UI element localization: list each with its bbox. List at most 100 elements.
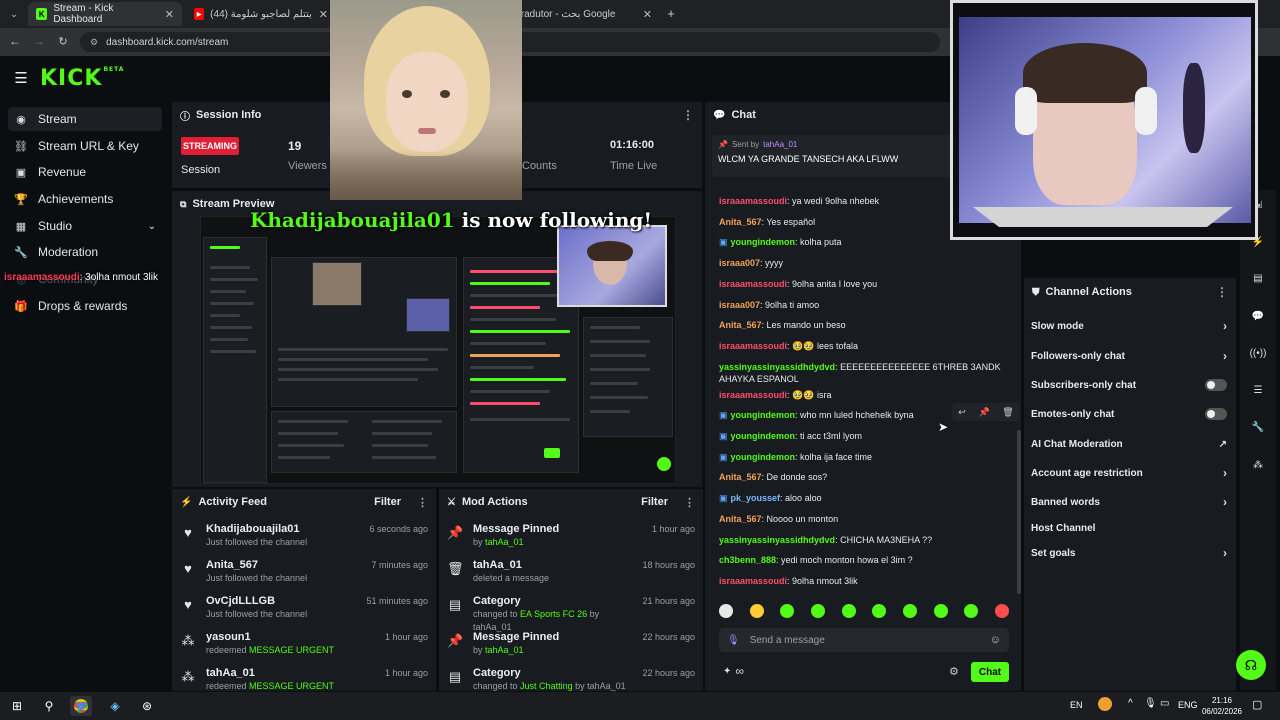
channel-action-set-goals[interactable]: Set goals › xyxy=(1031,542,1227,564)
chat-username[interactable]: Anita_567 xyxy=(719,514,762,524)
activity-user[interactable]: tahAa_01 xyxy=(206,667,375,680)
sidebar-item-moderation[interactable]: 🔧 Moderation xyxy=(8,240,162,264)
close-tab-icon[interactable]: ✕ xyxy=(643,8,652,21)
reply-icon[interactable]: ↩ xyxy=(958,407,966,418)
chat-username[interactable]: youngindemon xyxy=(731,452,796,462)
sidebar-item-stream[interactable]: ◉ Stream xyxy=(8,107,162,131)
mod-action-target[interactable]: Just Chatting xyxy=(520,681,573,691)
weather-icon[interactable] xyxy=(1098,697,1112,711)
chat-username[interactable]: Anita_567 xyxy=(719,320,762,330)
app-taskbar-icon[interactable]: ⊛ xyxy=(136,696,158,716)
chat-message[interactable]: Anita_567: Noooo un monton xyxy=(719,513,1009,525)
channel-action-emotes-only-chat[interactable]: Emotes-only chat xyxy=(1031,403,1227,425)
chat-send-button[interactable]: Chat xyxy=(971,662,1009,682)
chat-username[interactable]: israaamassoudi xyxy=(719,196,787,206)
emote-icon[interactable] xyxy=(994,604,1009,618)
tray-chevron-icon[interactable]: ^ xyxy=(1128,698,1133,709)
chat-message[interactable]: Anita_567: De donde sos? xyxy=(719,471,1009,483)
tab-list-icon[interactable]: ⌄ xyxy=(6,6,22,22)
mod-action-target[interactable]: tahAa_01 xyxy=(485,645,524,655)
channel-action-slow-mode[interactable]: Slow mode › xyxy=(1031,315,1227,337)
chat-message[interactable]: yassinyassinyassidhdydvd: CHICHA MA3NEHA… xyxy=(719,534,1009,546)
chat-username[interactable]: israaamassoudi xyxy=(719,390,787,400)
sidebar-item-revenue[interactable]: ▣ Revenue xyxy=(8,160,162,184)
chat-username[interactable]: israaa007 xyxy=(719,258,760,268)
chat-username[interactable]: yassinyassinyassidhdydvd xyxy=(719,535,835,545)
stream-preview-video[interactable] xyxy=(200,216,676,484)
chat-message[interactable]: yassinyassinyassidhdydvd: EEEEEEEEEEEEEE… xyxy=(719,361,1009,385)
chrome-taskbar-icon[interactable] xyxy=(70,696,92,716)
kick-logo[interactable]: KICKBETA xyxy=(40,66,124,91)
microphone-icon[interactable]: 🎙 xyxy=(727,635,740,646)
activity-filter-button[interactable]: Filter xyxy=(374,496,401,508)
tab-google[interactable]: tradutor - بحث Google ✕ xyxy=(510,2,660,26)
chat-message[interactable]: ▣ youngindemon: kolha ija face time xyxy=(719,451,1009,463)
windows-start-icon[interactable]: ⊞ xyxy=(6,696,28,716)
chat-message[interactable]: israaamassoudi: 🥹🥹 lees tofala xyxy=(719,340,1009,352)
sidebar-item-studio[interactable]: ▦ Studio ⌄ xyxy=(8,214,162,238)
close-tab-icon[interactable]: ✕ xyxy=(319,8,328,21)
tab-kick-dashboard[interactable]: K Stream - Kick Dashboard ✕ xyxy=(28,2,182,26)
taskbar-clock[interactable]: 21:16 06/02/2026 xyxy=(1196,695,1248,717)
support-headset-icon[interactable]: ☊ xyxy=(1236,650,1266,680)
emote-icon[interactable] xyxy=(719,604,733,618)
emote-icon[interactable] xyxy=(810,604,825,618)
reload-icon[interactable]: ↻ xyxy=(56,34,70,48)
channel-action-followers-only-chat[interactable]: Followers-only chat › xyxy=(1031,345,1227,367)
chat-message[interactable]: israaamassoudi: 9olha anita I love you xyxy=(719,278,1009,290)
emote-icon[interactable] xyxy=(872,604,887,618)
toggle-switch[interactable] xyxy=(1205,379,1227,391)
chat-username[interactable]: israaa007 xyxy=(719,300,760,310)
search-icon[interactable]: ⚲ xyxy=(38,696,60,716)
hamburger-menu-icon[interactable]: ☰ xyxy=(12,70,30,87)
chat-message[interactable]: ▣ youngindemon: ti acc t3ml lyom xyxy=(719,430,1009,442)
chat-username[interactable]: youngindemon xyxy=(731,431,796,441)
chat-message[interactable]: israaamassoudi: 🥹🥹 isra xyxy=(719,389,1009,401)
mod-filter-button[interactable]: Filter xyxy=(641,496,668,508)
mod-action-target[interactable]: EA Sports FC 26 xyxy=(520,609,587,619)
chat-message[interactable]: israaamassoudi: 9olha nmout 3lik xyxy=(719,575,1009,587)
chat-username[interactable]: Anita_567 xyxy=(719,472,762,482)
chat-username[interactable]: pk_youssef xyxy=(731,493,781,503)
back-icon[interactable]: ← xyxy=(8,34,22,48)
activity-user[interactable]: Anita_567 xyxy=(206,559,361,572)
emote-icon[interactable] xyxy=(749,604,764,618)
site-info-icon[interactable]: ⚙ xyxy=(90,37,98,48)
channel-action-host-channel[interactable]: Host Channel xyxy=(1031,517,1227,539)
chat-input[interactable]: 🎙 Send a message ☺ xyxy=(719,628,1009,652)
rail-list-icon[interactable]: ☰ xyxy=(1244,379,1272,401)
sidebar-item-stream-url-key[interactable]: ⛓ Stream URL & Key xyxy=(8,134,162,158)
trash-icon[interactable]: 🗑 xyxy=(1002,407,1013,418)
activity-user[interactable]: yasoun1 xyxy=(206,631,375,644)
mod-action-target[interactable]: tahAa_01 xyxy=(485,537,524,547)
new-tab-icon[interactable]: + xyxy=(664,6,678,21)
kebab-menu-icon[interactable]: ⋮ xyxy=(684,496,695,509)
network-icon[interactable]: ▭ xyxy=(1160,698,1169,709)
channel-action-account-age-restriction[interactable]: Account age restriction › xyxy=(1031,462,1227,484)
activity-user[interactable]: OvCjdLLLGB xyxy=(206,595,356,608)
emote-icon[interactable] xyxy=(964,604,979,618)
sidebar-item-achievements[interactable]: 🏆 Achievements xyxy=(8,187,162,211)
channel-action-banned-words[interactable]: Banned words › xyxy=(1031,491,1227,513)
emote-icon[interactable] xyxy=(841,604,856,618)
pin-icon[interactable]: 📌 xyxy=(978,407,989,418)
chat-message[interactable]: ▣ pk_youssef: aloo aloo xyxy=(719,492,1009,504)
chat-username[interactable]: youngindemon xyxy=(731,237,796,247)
chat-message[interactable]: ch3benn_888: yedi moch monton howa el 3i… xyxy=(719,554,1009,566)
chat-username[interactable]: ch3benn_888 xyxy=(719,555,776,565)
chat-username[interactable]: yassinyassinyassidhdydvd xyxy=(719,362,835,372)
notifications-icon[interactable]: ▢ xyxy=(1252,698,1262,711)
rail-chat-icon[interactable]: 💬 xyxy=(1244,305,1272,327)
sidebar-item-drops-rewards[interactable]: 🎁 Drops & rewards xyxy=(8,294,162,318)
chat-extras[interactable]: ✦ ∞ xyxy=(723,664,744,678)
steam-taskbar-icon[interactable]: ◈ xyxy=(104,696,126,716)
rail-nodes-icon[interactable]: ⁂ xyxy=(1244,454,1272,476)
kebab-menu-icon[interactable]: ⋮ xyxy=(417,496,428,509)
rail-wrench-icon[interactable]: 🔧 xyxy=(1244,416,1272,438)
chat-scrollbar[interactable] xyxy=(1017,430,1021,594)
kebab-menu-icon[interactable]: ⋮ xyxy=(1216,285,1228,299)
emote-icon[interactable] xyxy=(780,604,795,618)
keyboard-language-indicator[interactable]: ENG xyxy=(1178,700,1198,710)
chat-username[interactable]: israaamassoudi xyxy=(719,341,787,351)
toggle-switch[interactable] xyxy=(1205,408,1227,420)
